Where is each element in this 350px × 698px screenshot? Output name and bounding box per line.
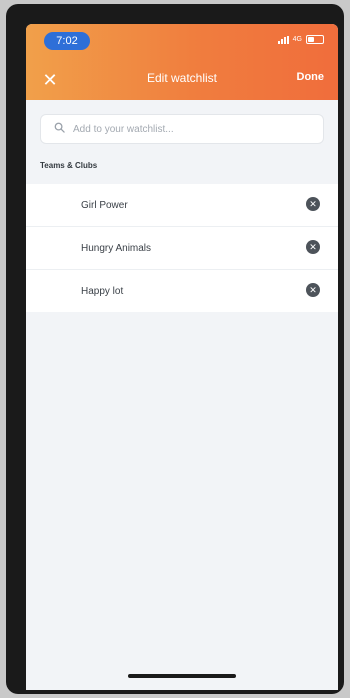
home-indicator[interactable] [128, 674, 236, 678]
list-item-label: Girl Power [81, 199, 128, 211]
search-input[interactable] [71, 122, 315, 136]
network-label: 4G [292, 36, 302, 43]
page-title: Edit watchlist [146, 71, 218, 85]
done-button[interactable]: Done [297, 71, 325, 83]
signal-icon [277, 35, 289, 44]
remove-circle-icon[interactable]: ✕ [306, 283, 320, 297]
remove-circle-icon[interactable]: ✕ [306, 197, 320, 211]
list-item[interactable]: Happy lot ✕ [26, 270, 338, 312]
list-item[interactable]: Hungry Animals ✕ [26, 227, 338, 270]
watchlist: Girl Power ✕ Hungry Animals ✕ Happy lot … [26, 184, 338, 312]
list-item-label: Happy lot [81, 285, 124, 297]
status-time: 7:02 [44, 32, 90, 50]
close-button[interactable]: ✕ [38, 68, 62, 92]
battery-icon [306, 35, 324, 44]
search-box[interactable] [40, 114, 324, 144]
device-frame: 7:02 4G ✕ Edit watchlist Done Add to you… [6, 4, 344, 694]
screen: 7:02 4G ✕ Edit watchlist Done Add to you… [26, 24, 338, 690]
list-item-label: Hungry Animals [81, 242, 152, 254]
list-item[interactable]: Girl Power ✕ [26, 184, 338, 227]
remove-circle-icon[interactable]: ✕ [306, 240, 320, 254]
nav-bar: ✕ Edit watchlist Done [26, 64, 338, 94]
app-header: 7:02 4G ✕ Edit watchlist Done [26, 24, 338, 100]
section-title: Teams & Clubs [40, 161, 98, 170]
search-icon [47, 120, 71, 138]
status-icons: 4G [277, 35, 324, 44]
